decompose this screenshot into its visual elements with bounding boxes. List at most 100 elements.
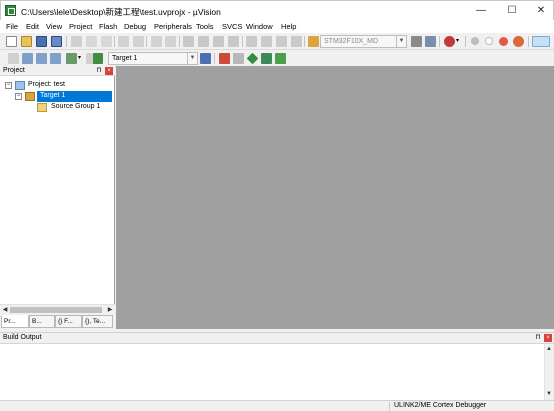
target-icon xyxy=(25,92,35,101)
pin-icon[interactable]: ⊓ xyxy=(95,67,103,75)
chevron-down-icon[interactable]: ▾ xyxy=(456,36,462,47)
menu-bar: File Edit View Project Flash Debug Perip… xyxy=(0,20,554,33)
tree-label-project: Project: test xyxy=(28,81,65,88)
run-time-environment-icon[interactable] xyxy=(261,53,272,64)
close-icon[interactable]: × xyxy=(544,334,552,342)
scrollbar-thumb[interactable] xyxy=(10,307,102,313)
title-bar: C:\Users\lele\Desktop\新建工程\test.uvprojx … xyxy=(0,0,554,20)
open-folder-icon[interactable] xyxy=(21,36,32,47)
target-select[interactable]: Target 1 ▼ xyxy=(108,52,198,65)
manage-components-icon[interactable] xyxy=(233,53,244,64)
tree-label-source-group: Source Group 1 xyxy=(51,103,101,110)
menu-help[interactable]: Help xyxy=(281,22,296,31)
new-file-icon[interactable] xyxy=(6,36,17,47)
debug-session-icon[interactable] xyxy=(444,36,455,47)
paste-icon[interactable] xyxy=(101,36,112,47)
settings-icon[interactable] xyxy=(425,36,436,47)
file-extensions-icon[interactable] xyxy=(219,53,230,64)
tab-templates[interactable]: {}, Te... xyxy=(82,315,113,328)
chevron-down-icon[interactable]: ▼ xyxy=(187,53,197,64)
maximize-button[interactable]: ☐ xyxy=(498,1,526,20)
tab-project[interactable]: Pr... xyxy=(1,315,29,328)
build-icon[interactable] xyxy=(22,53,33,64)
indent-icon[interactable] xyxy=(246,36,257,47)
copy-icon[interactable] xyxy=(86,36,97,47)
batch-build-icon[interactable] xyxy=(50,53,61,64)
status-bar: ULINK2/ME Cortex Debugger xyxy=(0,400,554,411)
status-divider xyxy=(389,402,390,411)
save-icon[interactable] xyxy=(36,36,47,47)
chevron-down-icon[interactable]: ▼ xyxy=(396,36,406,47)
close-button[interactable]: ✕ xyxy=(527,1,554,20)
cut-icon[interactable] xyxy=(71,36,82,47)
menu-edit[interactable]: Edit xyxy=(26,22,39,31)
tree-item-source-group[interactable]: Source Group 1 xyxy=(0,102,115,113)
navigate-back-icon[interactable] xyxy=(151,36,162,47)
window-title: C:\Users\lele\Desktop\新建工程\test.uvprojx … xyxy=(21,7,221,17)
menu-debug[interactable]: Debug xyxy=(124,22,146,31)
target-options-icon[interactable] xyxy=(200,53,211,64)
device-select[interactable]: STM32F10X_MD ▼ xyxy=(320,35,407,48)
project-panel-header: Project ⊓ × xyxy=(0,66,115,76)
tab-books[interactable]: B... xyxy=(29,315,55,328)
tree-item-target[interactable]: − Target 1 xyxy=(0,91,115,102)
menu-svcs[interactable]: SVCS xyxy=(222,22,242,31)
device-icon xyxy=(308,36,319,47)
save-all-icon[interactable] xyxy=(51,36,62,47)
insert-bookmark-icon[interactable] xyxy=(183,36,194,47)
download-icon[interactable] xyxy=(66,53,77,64)
build-output-title: Build Output xyxy=(3,334,42,341)
menu-flash[interactable]: Flash xyxy=(99,22,117,31)
menu-view[interactable]: View xyxy=(46,22,62,31)
navigate-forward-icon[interactable] xyxy=(165,36,176,47)
pin-icon[interactable]: ⊓ xyxy=(534,334,542,342)
pack-icon[interactable] xyxy=(275,53,286,64)
disable-breakpoint-icon[interactable] xyxy=(485,37,493,45)
rebuild-icon[interactable] xyxy=(36,53,47,64)
configure-icon[interactable] xyxy=(411,36,422,47)
project-panel-tabs: Pr... B... {} F... {}, Te... xyxy=(0,314,115,329)
unindent-icon[interactable] xyxy=(261,36,272,47)
next-bookmark-icon[interactable] xyxy=(213,36,224,47)
toolbar-separator xyxy=(214,53,215,64)
menu-file[interactable]: File xyxy=(6,22,18,31)
menu-window[interactable]: Window xyxy=(246,22,273,31)
build-toolbar: ▾ Target 1 ▼ xyxy=(0,50,554,67)
vertical-scrollbar[interactable]: ▲ ▼ xyxy=(544,344,554,401)
uncomment-icon[interactable] xyxy=(291,36,302,47)
uvision-app-icon xyxy=(5,5,16,16)
menu-tools[interactable]: Tools xyxy=(196,22,214,31)
collapse-icon[interactable]: − xyxy=(5,82,12,89)
toolbar-separator xyxy=(66,36,67,47)
breakpoint-icon[interactable] xyxy=(471,37,479,45)
clear-bookmarks-icon[interactable] xyxy=(228,36,239,47)
toolbar-separator xyxy=(114,36,115,47)
load-icon[interactable] xyxy=(93,53,103,64)
previous-bookmark-icon[interactable] xyxy=(198,36,209,47)
chevron-down-icon[interactable]: ▾ xyxy=(78,53,83,64)
stop-breakpoints-icon[interactable] xyxy=(513,36,524,47)
toolbar-separator xyxy=(179,36,180,47)
menu-peripherals[interactable]: Peripherals xyxy=(154,22,192,31)
undo-icon[interactable] xyxy=(118,36,129,47)
menu-project[interactable]: Project xyxy=(69,22,92,31)
close-icon[interactable]: × xyxy=(105,67,113,75)
comment-icon[interactable] xyxy=(276,36,287,47)
kill-breakpoints-icon[interactable] xyxy=(499,37,508,46)
toolbar-separator xyxy=(528,36,529,47)
editor-area[interactable] xyxy=(116,66,554,329)
tree-item-project[interactable]: − Project: test xyxy=(0,80,115,91)
horizontal-scrollbar[interactable]: ◀ ▶ xyxy=(0,304,115,314)
window-layout-icon[interactable] xyxy=(532,36,550,47)
minimize-button[interactable]: — xyxy=(467,1,495,20)
tab-functions[interactable]: {} F... xyxy=(55,315,82,328)
pack-installer-icon[interactable] xyxy=(246,52,259,65)
scroll-left-icon[interactable]: ◀ xyxy=(1,306,9,314)
project-panel: Project ⊓ × − Project: test − Target 1 S… xyxy=(0,66,115,329)
scroll-down-icon[interactable]: ▼ xyxy=(545,390,553,398)
scroll-right-icon[interactable]: ▶ xyxy=(106,306,114,314)
scroll-up-icon[interactable]: ▲ xyxy=(545,345,553,353)
redo-icon[interactable] xyxy=(133,36,144,47)
collapse-icon[interactable]: − xyxy=(15,93,22,100)
translate-icon[interactable] xyxy=(8,53,19,64)
